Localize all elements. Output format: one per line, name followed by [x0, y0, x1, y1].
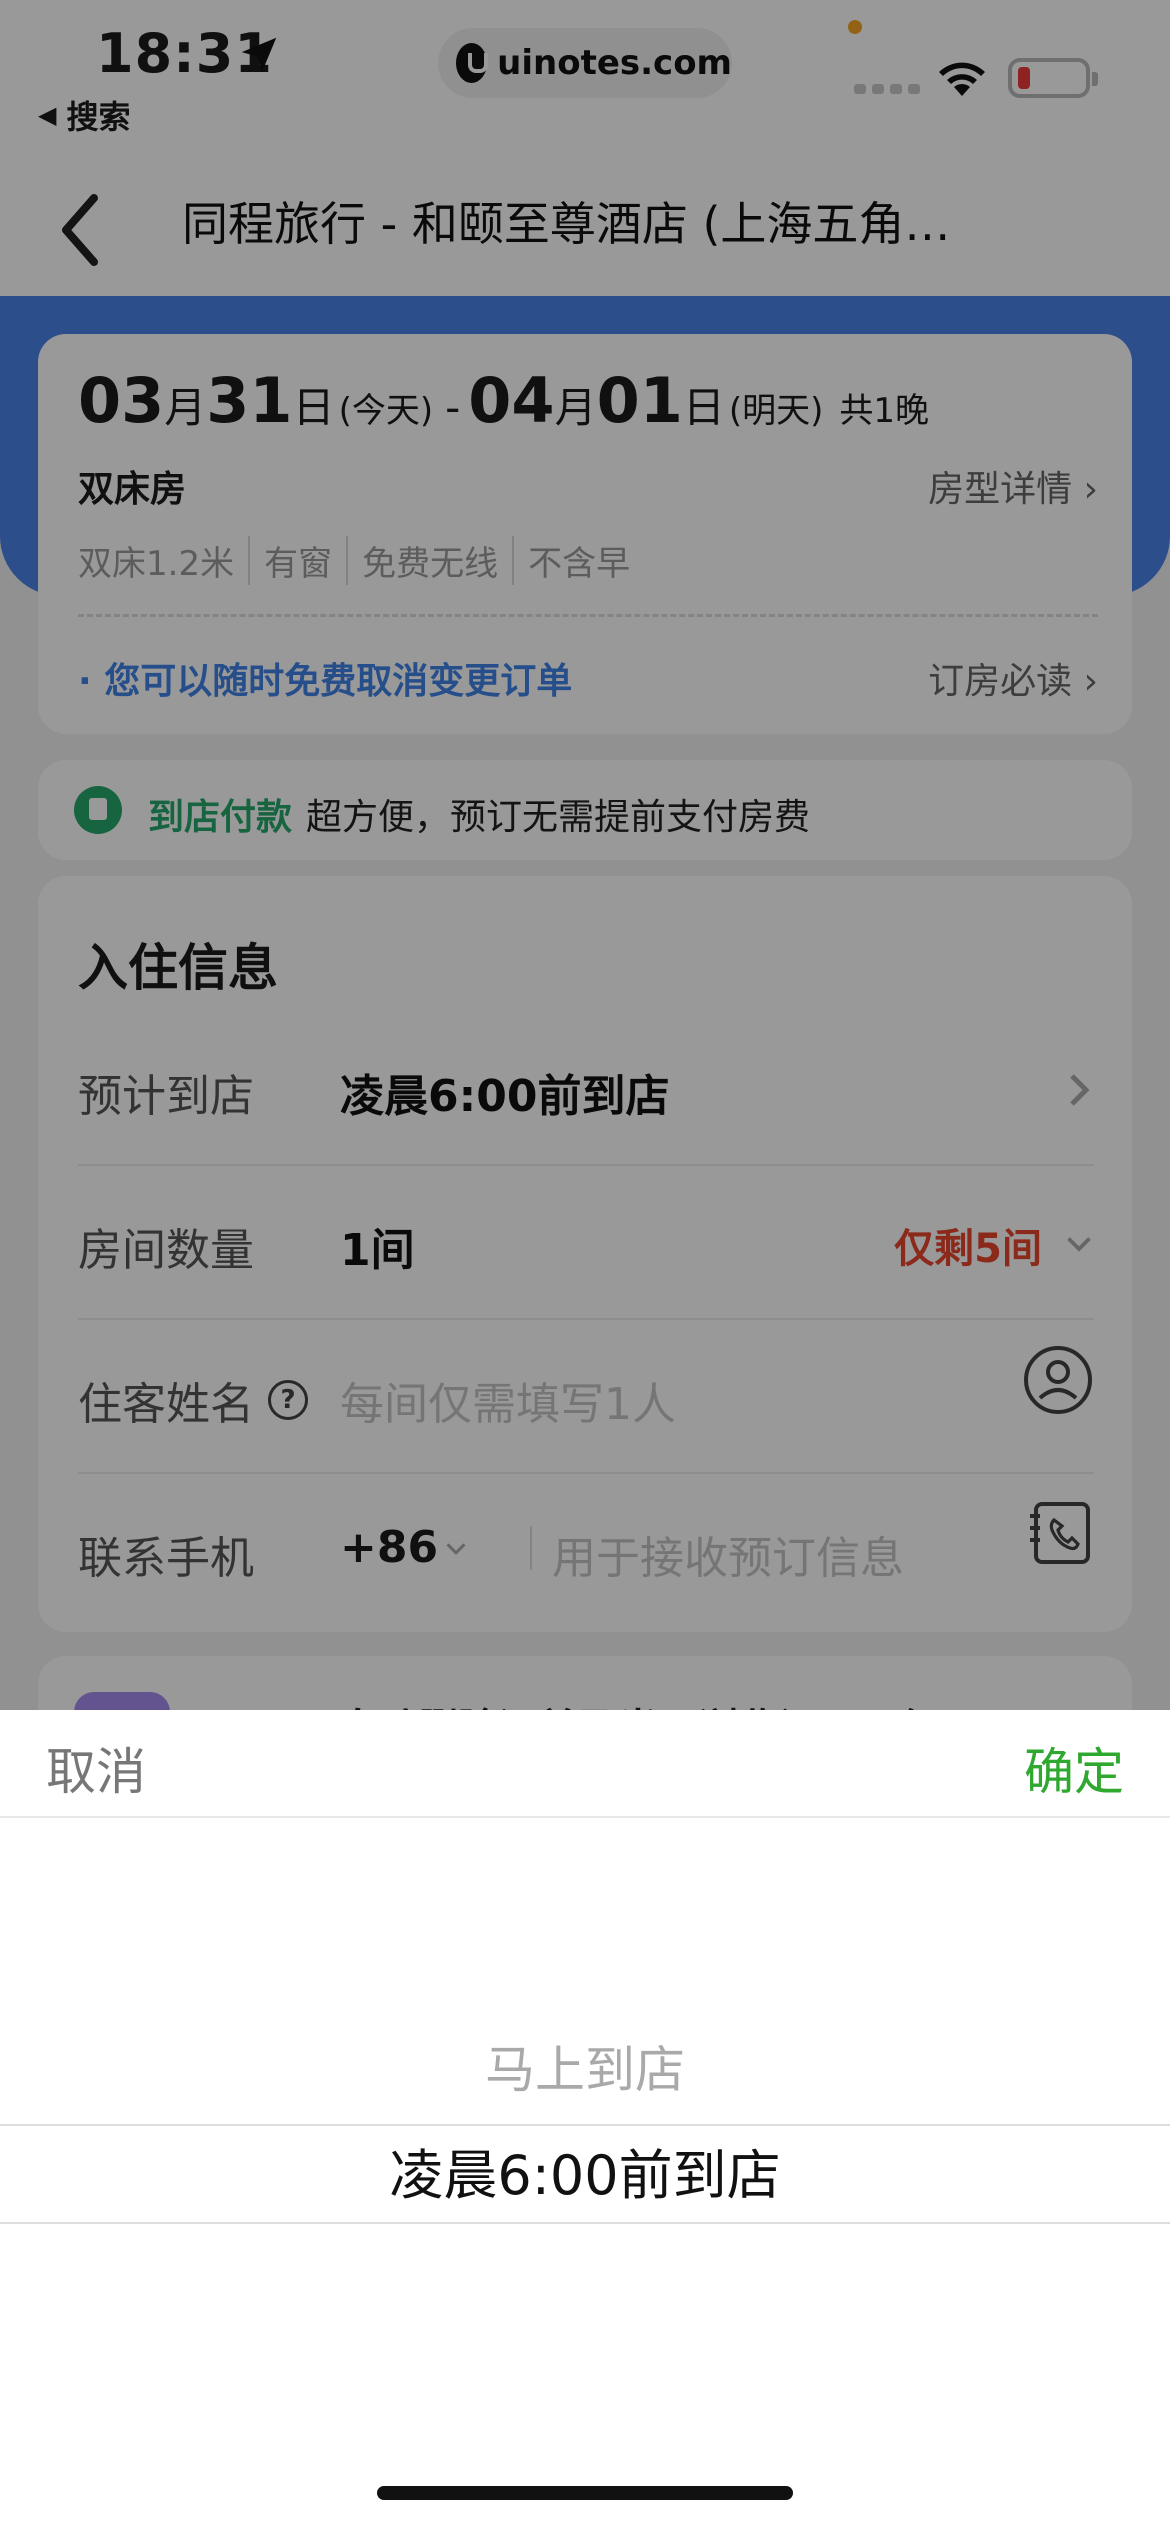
arrival-time-picker: 取消 确定 马上到店 凌晨6:00前到店 — [0, 1710, 1170, 2532]
home-indicator — [377, 2486, 793, 2500]
picker-option[interactable]: 马上到店 — [0, 2030, 1170, 2102]
picker-option-selected[interactable]: 凌晨6:00前到店 — [0, 2124, 1170, 2224]
picker-header: 取消 确定 — [0, 1710, 1170, 1818]
picker-cancel-button[interactable]: 取消 — [46, 1732, 146, 1804]
modal-overlay[interactable] — [0, 0, 1170, 1710]
picker-confirm-button[interactable]: 确定 — [1024, 1732, 1124, 1804]
